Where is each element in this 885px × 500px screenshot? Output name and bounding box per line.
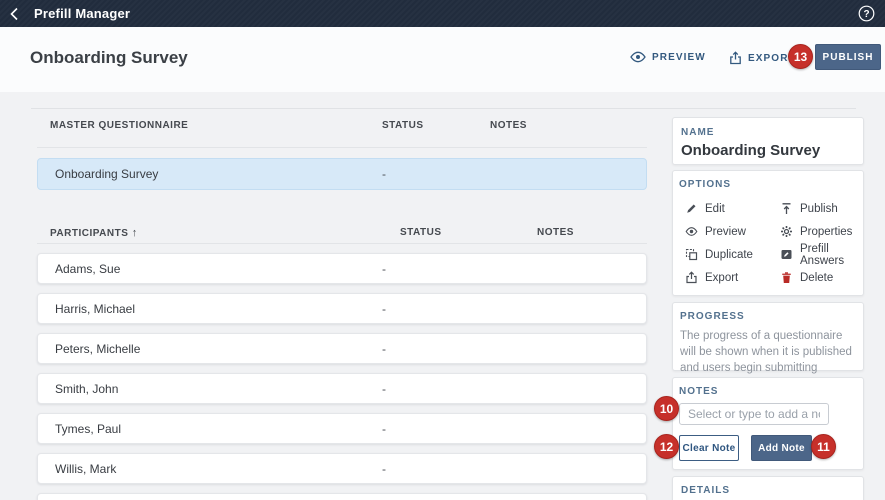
participant-status: -: [382, 302, 386, 316]
participant-row-partial[interactable]: [37, 493, 647, 500]
notes-section-label: NOTES: [679, 386, 857, 397]
participant-status: -: [382, 342, 386, 356]
progress-section-label: PROGRESS: [680, 311, 856, 322]
participant-name: Adams, Sue: [55, 262, 120, 276]
participant-status: -: [382, 262, 386, 276]
svg-text:?: ?: [863, 9, 869, 20]
sort-ascending-icon: ↑: [132, 227, 138, 239]
master-col-status: STATUS: [382, 120, 424, 131]
top-navbar: Prefill Manager ?: [0, 0, 885, 27]
participants-col-name[interactable]: PARTICIPANTS ↑: [50, 227, 138, 239]
options-section-label: OPTIONS: [679, 179, 858, 190]
sidebar-options-card: OPTIONS Edit Publish Previe: [672, 170, 864, 296]
option-label: Delete: [800, 272, 833, 284]
master-col-name: MASTER QUESTIONNAIRE: [50, 120, 188, 131]
option-label: Edit: [705, 203, 725, 215]
content-divider: [31, 108, 856, 109]
app-title: Prefill Manager: [34, 6, 130, 21]
publish-icon: [780, 202, 793, 215]
master-row-onboarding-survey[interactable]: Onboarding Survey -: [37, 158, 647, 190]
participant-row[interactable]: Harris, Michael -: [37, 293, 647, 324]
participant-row[interactable]: Adams, Sue -: [37, 253, 647, 284]
details-section-label: DETAILS: [681, 485, 855, 496]
participants-header-divider: [37, 243, 647, 244]
export-button[interactable]: EXPORT: [729, 51, 796, 65]
option-label: Export: [705, 272, 738, 284]
main-content: MASTER QUESTIONNAIRE STATUS NOTES Onboar…: [0, 92, 885, 500]
participant-name: Harris, Michael: [55, 302, 135, 316]
participant-name: Smith, John: [55, 382, 118, 396]
option-delete[interactable]: Delete: [780, 266, 858, 289]
sidebar-name-card: NAME Onboarding Survey: [672, 117, 864, 165]
preview-label: PREVIEW: [652, 52, 706, 63]
option-edit[interactable]: Edit: [685, 197, 780, 220]
options-grid: Edit Publish Preview: [685, 197, 858, 289]
preview-button[interactable]: PREVIEW: [630, 51, 706, 63]
publish-label: PUBLISH: [823, 52, 874, 63]
sidebar-notes-card: NOTES Clear Note Add Note: [672, 377, 864, 470]
master-col-notes: NOTES: [490, 120, 527, 131]
pencil-icon: [685, 202, 698, 215]
chevron-left-icon: [7, 6, 23, 22]
export-icon: [685, 271, 698, 284]
add-note-label: Add Note: [758, 443, 805, 454]
participant-row[interactable]: Tymes, Paul -: [37, 413, 647, 444]
page-header: Onboarding Survey PREVIEW EXPORT PUBLISH: [0, 27, 885, 92]
sidebar-details-card: DETAILS Authored by Pla: [672, 476, 864, 500]
clear-note-button[interactable]: Clear Note: [679, 435, 739, 461]
annotation-badge-11: 11: [811, 434, 836, 459]
note-input[interactable]: [679, 403, 829, 425]
option-preview[interactable]: Preview: [685, 220, 780, 243]
participant-row[interactable]: Peters, Michelle -: [37, 333, 647, 364]
option-duplicate[interactable]: Duplicate: [685, 243, 780, 266]
participant-name: Peters, Michelle: [55, 342, 140, 356]
option-publish[interactable]: Publish: [780, 197, 858, 220]
master-row-name: Onboarding Survey: [55, 167, 158, 181]
annotation-badge-13: 13: [788, 44, 813, 69]
participant-name: Tymes, Paul: [55, 422, 121, 436]
option-properties[interactable]: Properties: [780, 220, 858, 243]
trash-icon: [780, 271, 793, 284]
participants-col-status: STATUS: [400, 227, 442, 238]
master-header-divider: [37, 147, 647, 148]
question-circle-icon: ?: [858, 5, 875, 22]
participant-status: -: [382, 422, 386, 436]
clear-note-label: Clear Note: [682, 443, 735, 454]
gear-icon: [780, 225, 793, 238]
page-title: Onboarding Survey: [30, 48, 188, 68]
option-label: Duplicate: [705, 249, 753, 261]
name-section-label: NAME: [681, 127, 855, 138]
participant-name: Willis, Mark: [55, 462, 116, 476]
option-export[interactable]: Export: [685, 266, 780, 289]
prefill-icon: [780, 248, 793, 261]
option-prefill-answers[interactable]: Prefill Answers: [780, 243, 858, 266]
duplicate-icon: [685, 248, 698, 261]
eye-icon: [685, 225, 698, 238]
questionnaire-name: Onboarding Survey: [681, 142, 855, 159]
annotation-badge-12: 12: [654, 434, 679, 459]
eye-icon: [630, 51, 646, 63]
participant-status: -: [382, 462, 386, 476]
help-button[interactable]: ?: [858, 5, 875, 22]
participant-row[interactable]: Smith, John -: [37, 373, 647, 404]
option-label: Publish: [800, 203, 838, 215]
sidebar-progress-card: PROGRESS The progress of a questionnaire…: [672, 302, 864, 371]
participants-col-name-label: PARTICIPANTS: [50, 228, 128, 239]
master-row-status: -: [382, 167, 386, 181]
publish-button[interactable]: PUBLISH: [815, 44, 881, 70]
add-note-button[interactable]: Add Note: [751, 435, 812, 461]
participant-row[interactable]: Willis, Mark -: [37, 453, 647, 484]
back-button[interactable]: [0, 0, 30, 27]
participant-status: -: [382, 382, 386, 396]
annotation-badge-10: 10: [654, 396, 679, 421]
option-label: Properties: [800, 226, 852, 238]
export-icon: [729, 51, 742, 65]
option-label: Preview: [705, 226, 746, 238]
participants-col-notes: NOTES: [537, 227, 574, 238]
option-label: Prefill Answers: [800, 243, 858, 267]
